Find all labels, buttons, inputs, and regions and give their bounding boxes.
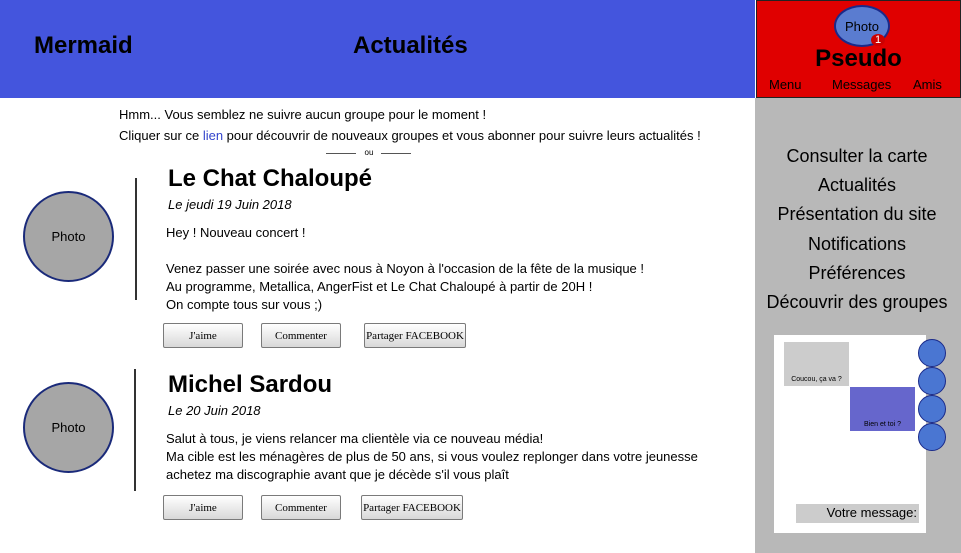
post-text-line: Salut à tous, je viens relancer ma clien… [166, 431, 544, 446]
sidebar-link-about[interactable]: Présentation du site [755, 204, 959, 225]
received-message: Coucou, ça va ? [784, 342, 849, 386]
or-line-right [381, 153, 411, 154]
profile-nav-menu[interactable]: Menu [769, 77, 802, 92]
page-title: Actualités [353, 32, 468, 59]
like-button[interactable]: J'aime [163, 495, 243, 520]
post-title[interactable]: Le Chat Chaloupé [168, 165, 372, 193]
pseudo-name[interactable]: Pseudo [757, 45, 960, 73]
post-date: Le 20 Juin 2018 [168, 403, 261, 418]
right-sidebar: Consulter la carte Actualités Présentati… [755, 98, 961, 553]
profile-nav-messages[interactable]: Messages [832, 77, 891, 92]
sent-message: Bien et toi ? [850, 387, 915, 431]
post-date: Le jeudi 19 Juin 2018 [168, 197, 292, 212]
site-logo[interactable]: Mermaid [34, 32, 133, 60]
header-bar: Mermaid Actualités [0, 0, 755, 98]
chat-window: Coucou, ça va ? Bien et toi ? Votre mess… [774, 335, 926, 533]
post-text-line: On compte tous sur vous ;) [166, 297, 323, 312]
post-text-line: achetez ma discographie avant que je déc… [166, 467, 509, 482]
chat-contact-avatar[interactable] [918, 339, 946, 367]
post-text-line: Ma cible est les ménagères de plus de 50… [166, 449, 698, 464]
post-avatar-label: Photo [51, 229, 86, 244]
sidebar-link-notifications[interactable]: Notifications [755, 234, 959, 255]
chat-contact-avatar[interactable] [918, 423, 946, 451]
post-divider [134, 369, 136, 491]
discover-groups-hint: Cliquer sur ce lien pour découvrir de no… [119, 128, 701, 143]
or-separator: ou [326, 147, 412, 161]
chat-contact-avatar[interactable] [918, 367, 946, 395]
post-title[interactable]: Michel Sardou [168, 371, 332, 399]
no-group-message: Hmm... Vous semblez ne suivre aucun grou… [119, 107, 487, 122]
comment-button[interactable]: Commenter [261, 495, 341, 520]
sidebar-link-map[interactable]: Consulter la carte [755, 146, 959, 167]
share-facebook-button[interactable]: Partager FACEBOOK [364, 323, 466, 348]
discover-groups-link[interactable]: lien [203, 128, 223, 143]
post-text-line: Au programme, Metallica, AngerFist et Le… [166, 279, 593, 294]
post-avatar-label: Photo [51, 420, 86, 435]
sidebar-link-discover[interactable]: Découvrir des groupes [755, 292, 959, 313]
post-divider [135, 178, 137, 300]
profile-nav-amis[interactable]: Amis [913, 77, 942, 92]
sidebar-link-preferences[interactable]: Préférences [755, 263, 959, 284]
discover-text-before: Cliquer sur ce [119, 128, 203, 143]
post-text-line: Hey ! Nouveau concert ! [166, 225, 306, 240]
post-avatar[interactable]: Photo [23, 191, 114, 282]
post-avatar[interactable]: Photo [23, 382, 114, 473]
post-text-line: Venez passer une soirée avec nous à Noyo… [166, 261, 645, 276]
like-button[interactable]: J'aime [163, 323, 243, 348]
chat-contact-avatar[interactable] [918, 395, 946, 423]
message-input[interactable]: Votre message: [796, 504, 919, 523]
comment-button[interactable]: Commenter [261, 323, 341, 348]
discover-text-after: pour découvrir de nouveaux groupes et vo… [223, 128, 701, 143]
profile-photo-label: Photo [845, 18, 879, 34]
share-facebook-button[interactable]: Partager FACEBOOK [361, 495, 463, 520]
sidebar-link-news[interactable]: Actualités [755, 175, 959, 196]
profile-box: Photo 1 Pseudo Menu Messages Amis [756, 0, 961, 98]
